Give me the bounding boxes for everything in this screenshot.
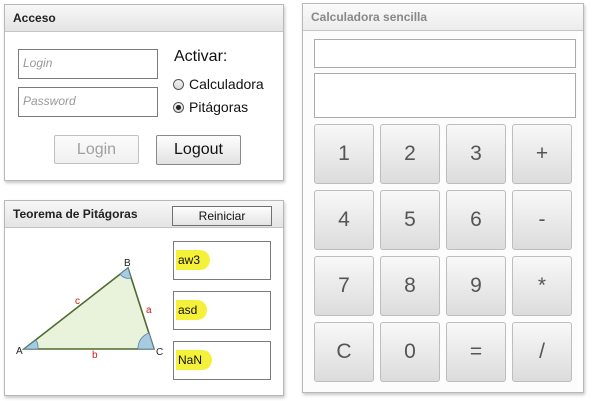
calculadora-panel: Calculadora sencilla 1 2 3 + 4 5 6 - 7 8…	[302, 3, 584, 393]
value-3: NaN	[176, 350, 213, 370]
calc-result-display[interactable]	[314, 73, 576, 118]
teorema-header: Teorema de Pitágoras Reiniciar	[5, 201, 283, 228]
acceso-panel: Acceso Login Password Activar: Calculado…	[4, 4, 284, 181]
value-box-2[interactable]: asd	[173, 291, 271, 330]
teorema-title: Teorema de Pitágoras	[13, 207, 138, 221]
vertex-a-label: A	[16, 346, 23, 357]
key-minus[interactable]: -	[512, 190, 572, 250]
value-2: asd	[176, 300, 208, 320]
triangle-shape	[21, 266, 156, 350]
triangle-diagram: A B C a b c	[16, 258, 163, 361]
calc-input-display[interactable]	[314, 39, 576, 68]
calculadora-title: Calculadora sencilla	[303, 4, 583, 31]
side-a-label: a	[146, 305, 152, 316]
key-clear[interactable]: C	[314, 322, 374, 382]
value-box-1[interactable]: aw3	[173, 241, 271, 280]
activar-label: Activar:	[174, 48, 228, 65]
key-3[interactable]: 3	[446, 124, 506, 184]
key-8[interactable]: 8	[380, 256, 440, 316]
radio-pitagoras-label: Pitágoras	[189, 99, 249, 115]
key-9[interactable]: 9	[446, 256, 506, 316]
key-plus[interactable]: +	[512, 124, 572, 184]
acceso-title: Acceso	[5, 5, 283, 32]
logout-button[interactable]: Logout	[156, 135, 241, 165]
radio-pitagoras[interactable]: Pitágoras	[173, 99, 248, 115]
key-5[interactable]: 5	[380, 190, 440, 250]
teorema-panel: Teorema de Pitágoras Reiniciar A B C a b…	[4, 200, 284, 396]
key-equals[interactable]: =	[446, 322, 506, 382]
vertex-b-label: B	[124, 258, 131, 269]
key-1[interactable]: 1	[314, 124, 374, 184]
radio-calculadora-label: Calculadora	[189, 76, 264, 92]
angle-a-arc	[22, 339, 39, 350]
value-box-3[interactable]: NaN	[173, 341, 271, 380]
key-2[interactable]: 2	[380, 124, 440, 184]
login-button[interactable]: Login	[54, 135, 139, 164]
key-divide[interactable]: /	[512, 322, 572, 382]
radio-calculadora[interactable]: Calculadora	[173, 76, 264, 92]
key-4[interactable]: 4	[314, 190, 374, 250]
reiniciar-button[interactable]: Reiniciar	[172, 206, 272, 226]
key-7[interactable]: 7	[314, 256, 374, 316]
key-multiply[interactable]: *	[512, 256, 572, 316]
vertex-c-label: C	[156, 347, 163, 358]
value-1: aw3	[176, 250, 211, 270]
login-input[interactable]: Login	[18, 49, 158, 79]
password-input[interactable]: Password	[18, 87, 158, 117]
side-b-label: b	[92, 350, 98, 361]
radio-pitagoras-circle[interactable]	[173, 101, 184, 113]
key-6[interactable]: 6	[446, 190, 506, 250]
side-c-label: c	[75, 296, 80, 307]
key-0[interactable]: 0	[380, 322, 440, 382]
radio-calculadora-circle[interactable]	[173, 78, 184, 90]
